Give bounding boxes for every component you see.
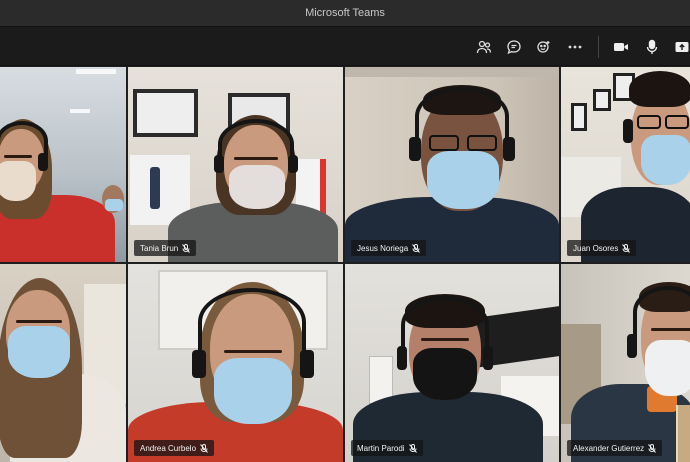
toolbar-divider (598, 36, 599, 58)
chat-button[interactable] (503, 36, 525, 58)
participant-name: Alexander Gutierrez (573, 443, 645, 453)
participant-name-tag: Andrea Curbelo (134, 440, 215, 456)
share-screen-button[interactable] (671, 36, 690, 58)
video-tile[interactable]: Tania Brun (128, 67, 343, 262)
video-tile[interactable] (0, 264, 126, 462)
participant-name: Juan Osores (573, 243, 619, 253)
title-bar: Microsoft Teams (0, 0, 690, 26)
participant-name-tag: Tania Brun (134, 240, 197, 256)
self-view-thumbnail[interactable] (676, 405, 690, 462)
reactions-button[interactable] (533, 36, 555, 58)
more-options-button[interactable] (564, 36, 586, 58)
participant-name: Jesus Noriega (357, 243, 409, 253)
participant-video (561, 264, 690, 462)
camera-icon (614, 43, 628, 51)
window-title: Microsoft Teams (305, 7, 385, 19)
more-options-icon (568, 45, 582, 49)
meeting-toolbar (0, 26, 690, 66)
microphone-icon (646, 39, 658, 54)
mic-muted-icon (182, 243, 191, 253)
participant-name: Tania Brun (140, 243, 179, 253)
video-tile[interactable] (0, 67, 126, 262)
participant-name: Andrea Curbelo (140, 443, 197, 453)
mic-muted-icon (412, 243, 421, 253)
participants-button[interactable] (473, 36, 495, 58)
participant-video (128, 67, 343, 262)
participants-icon (476, 40, 492, 54)
participant-video (0, 67, 126, 262)
video-tile[interactable]: Jesus Noriega (345, 67, 559, 262)
camera-button[interactable] (610, 36, 632, 58)
participant-video (128, 264, 343, 462)
participant-video (561, 67, 690, 262)
participant-name: Martin Parodi (357, 443, 405, 453)
mic-muted-icon (622, 243, 631, 253)
share-screen-icon (675, 42, 689, 52)
video-grid: Tania Brun Jesus Noriega Juan Osores And… (0, 67, 690, 462)
chat-icon (507, 40, 521, 55)
mic-muted-icon (200, 443, 208, 453)
video-tile[interactable]: Martin Parodi (345, 264, 559, 462)
video-tile[interactable]: Alexander Gutierrez (561, 264, 690, 462)
participant-name-tag: Alexander Gutierrez (567, 440, 663, 456)
participant-video (345, 67, 559, 262)
mic-muted-icon (408, 443, 417, 453)
participant-video (345, 264, 559, 462)
video-tile[interactable]: Andrea Curbelo (128, 264, 343, 462)
reactions-icon (537, 41, 550, 53)
participant-name-tag: Martin Parodi (351, 440, 423, 456)
microphone-button[interactable] (641, 36, 663, 58)
mic-muted-icon (648, 443, 657, 453)
participant-video (0, 264, 126, 462)
participant-name-tag: Juan Osores (567, 240, 637, 256)
video-tile[interactable]: Juan Osores (561, 67, 690, 262)
participant-name-tag: Jesus Noriega (351, 240, 427, 256)
